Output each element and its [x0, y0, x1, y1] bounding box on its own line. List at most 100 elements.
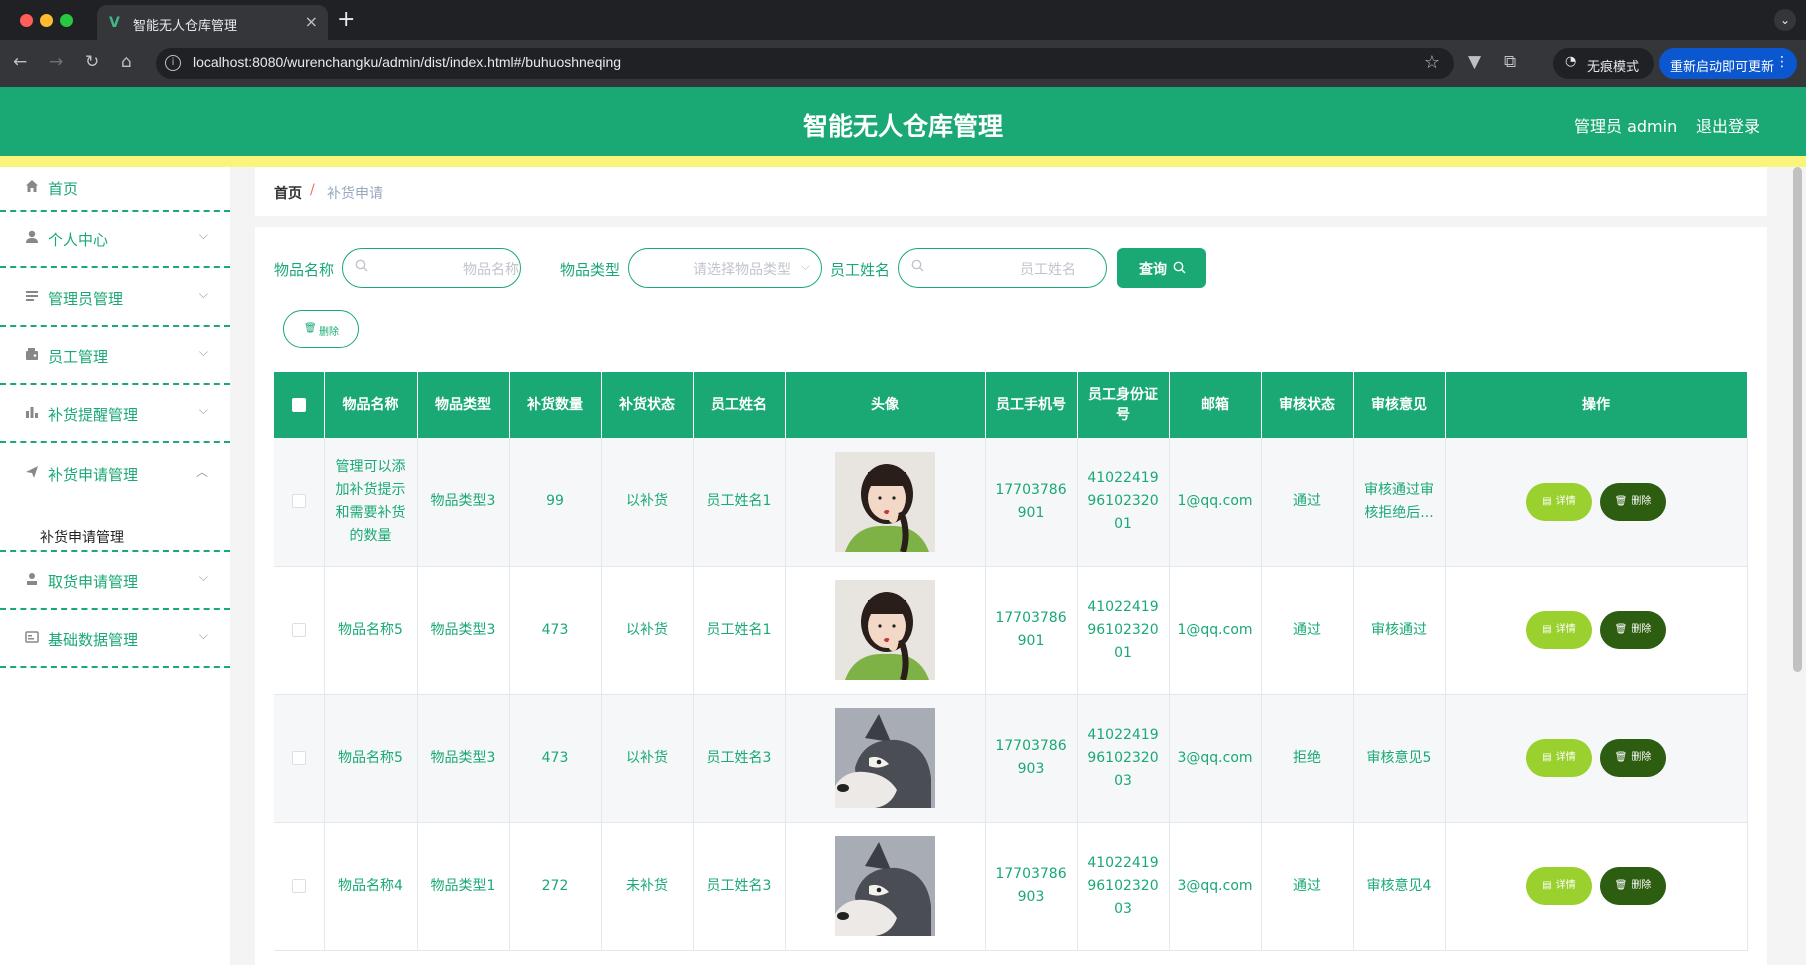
audit-status-cell: 拒绝 — [1261, 694, 1354, 823]
detail-button[interactable]: ▤ 详情 — [1526, 611, 1592, 649]
delete-button[interactable]: 🗑 删除 — [1600, 867, 1666, 905]
restock-table: 物品名称 物品类型 补货数量 补货状态 员工姓名 头像 员工手机号 员工身份证号… — [274, 372, 1748, 951]
page-scrollbar[interactable] — [1793, 167, 1802, 672]
site-info-icon[interactable]: i — [165, 55, 181, 71]
logout-link[interactable]: 退出登录 — [1696, 113, 1760, 137]
sidebar-item-restock-reminder[interactable]: 补货提醒管理 ⌵ — [0, 385, 230, 443]
sidebar-item-personal-center[interactable]: 个人中心 ⌵ — [0, 212, 230, 268]
item-type-placeholder: 请选择物品类型 — [693, 262, 791, 278]
audit-opinion-cell: 审核意见4 — [1353, 822, 1446, 951]
close-tab-icon[interactable]: × — [305, 12, 318, 31]
sidebar-item-restock-application[interactable]: 补货申请管理 ︿ — [0, 443, 230, 503]
column-header[interactable]: 邮箱 — [1169, 372, 1262, 438]
select-all-checkbox[interactable] — [291, 398, 306, 412]
restart-to-update-button[interactable]: 重新启动即可更新 ⋮ — [1659, 48, 1797, 79]
column-header[interactable]: 员工身份证号 — [1077, 372, 1170, 438]
column-header[interactable]: 审核状态 — [1261, 372, 1354, 438]
sidebar-item-basic-data[interactable]: 基础数据管理 ⌵ — [0, 610, 230, 668]
detail-button[interactable]: ▤ 详情 — [1526, 739, 1592, 777]
phone-cell: 17703786901 — [985, 438, 1078, 567]
close-window-button[interactable] — [20, 14, 33, 27]
row-checkbox[interactable] — [291, 622, 306, 637]
trash-icon: 🗑 — [1614, 880, 1628, 891]
row-select-cell[interactable] — [274, 822, 325, 951]
back-icon[interactable]: ← — [13, 52, 27, 72]
maximize-window-button[interactable] — [60, 14, 73, 27]
audit-status-cell: 通过 — [1261, 438, 1354, 567]
incognito-indicator[interactable]: ◔ 无痕模式 — [1553, 48, 1654, 79]
new-tab-icon[interactable]: + — [337, 7, 355, 32]
batch-delete-button[interactable]: 🗑 删除 — [283, 310, 359, 348]
id-card-cell: 410224199610232001 — [1077, 438, 1170, 567]
home-browser-icon[interactable]: ⌂ — [121, 52, 132, 72]
card-icon — [25, 631, 39, 643]
restock-status-cell: 以补货 — [601, 694, 694, 823]
avatar[interactable] — [835, 836, 935, 936]
document-icon: ▤ — [1542, 624, 1552, 635]
column-header[interactable]: 员工姓名 — [693, 372, 786, 438]
delete-button[interactable]: 🗑 删除 — [1600, 482, 1666, 521]
extensions-icon[interactable]: ⧉ — [1504, 52, 1516, 72]
delete-button[interactable]: 🗑 删除 — [1600, 611, 1666, 649]
tab-search-icon[interactable]: ⌄ — [1774, 9, 1796, 31]
employee-name-cell: 员工姓名3 — [693, 694, 786, 823]
column-header[interactable]: 物品类型 — [417, 372, 510, 438]
select-all-header[interactable] — [274, 372, 325, 438]
avatar[interactable] — [835, 580, 935, 680]
row-checkbox[interactable] — [291, 878, 306, 893]
row-select-cell[interactable] — [274, 694, 325, 823]
restock-status-cell: 以补货 — [601, 566, 694, 695]
document-icon: ▤ — [1542, 495, 1552, 507]
item-type-select[interactable]: 请选择物品类型 ⌵ — [628, 248, 822, 288]
minimize-window-button[interactable] — [40, 14, 53, 27]
row-checkbox[interactable] — [291, 494, 306, 509]
avatar-image — [835, 580, 935, 680]
column-header[interactable]: 补货状态 — [601, 372, 694, 438]
item-name-cell: 物品名称5 — [324, 566, 418, 695]
detail-button[interactable]: ▤ 详情 — [1526, 867, 1592, 905]
breadcrumb-home[interactable]: 首页 — [274, 183, 302, 203]
detail-button[interactable]: ▤ 详情 — [1526, 482, 1592, 521]
column-header[interactable]: 物品名称 — [324, 372, 418, 438]
employee-name-cell: 员工姓名1 — [693, 438, 786, 567]
sidebar-item-label: 补货提醒管理 — [48, 406, 139, 424]
item-name-input[interactable]: 物品名称 — [342, 248, 521, 288]
row-select-cell[interactable] — [274, 566, 325, 695]
phone-cell: 17703786901 — [985, 566, 1078, 695]
row-checkbox[interactable] — [291, 750, 306, 765]
browser-tab[interactable]: V 智能无人仓库管理 × — [97, 5, 328, 40]
breadcrumb-separator: / — [310, 182, 315, 198]
delete-button[interactable]: 🗑 删除 — [1600, 739, 1666, 777]
column-header[interactable]: 员工手机号 — [985, 372, 1078, 438]
audit-opinion-cell: 审核通过 — [1353, 566, 1446, 695]
chevron-down-icon: ⌵ — [198, 570, 208, 584]
app-header: 智能无人仓库管理 管理员 admin 退出登录 — [0, 87, 1806, 156]
more-menu-icon[interactable]: ⋮ — [1775, 54, 1789, 70]
audit-status-cell: 通过 — [1261, 566, 1354, 695]
avatar-cell — [785, 694, 986, 823]
sidebar-item-admin-management[interactable]: 管理员管理 ⌵ — [0, 268, 230, 327]
avatar[interactable] — [835, 451, 935, 552]
table-row: 管理可以添加补货提示和需要补货的数量 物品类型3 99 以补货 员工姓名1 1770378… — [274, 438, 1748, 567]
incognito-icon: ◔ — [1565, 54, 1577, 69]
employee-name-input[interactable]: 员工姓名 — [898, 248, 1107, 288]
avatar-image — [835, 836, 935, 936]
bookmark-star-icon[interactable]: ☆ — [1424, 52, 1440, 73]
user-pickup-icon — [27, 573, 37, 585]
avatar-cell — [785, 566, 986, 695]
reload-icon[interactable]: ↻ — [85, 52, 99, 72]
sidebar-item-employee-management[interactable]: 员工管理 ⌵ — [0, 327, 230, 385]
forward-icon[interactable]: → — [49, 52, 63, 72]
vue-devtools-icon[interactable]: ▼ — [1468, 52, 1481, 72]
column-header[interactable]: 审核意见 — [1353, 372, 1446, 438]
sidebar-item-pickup-application[interactable]: 取货申请管理 ⌵ — [0, 552, 230, 610]
sidebar-item-home[interactable]: 首页 — [0, 167, 230, 212]
row-select-cell[interactable] — [274, 438, 325, 567]
avatar[interactable] — [835, 708, 935, 808]
browser-toolbar: ← → ↻ ⌂ i localhost:8080/wurenchangku/ad… — [0, 40, 1806, 87]
quantity-cell: 272 — [509, 822, 602, 951]
query-button[interactable]: 查询 — [1117, 248, 1206, 288]
avatar-cell — [785, 822, 986, 951]
column-header[interactable]: 补货数量 — [509, 372, 602, 438]
address-bar[interactable]: i localhost:8080/wurenchangku/admin/dist… — [156, 48, 1454, 79]
